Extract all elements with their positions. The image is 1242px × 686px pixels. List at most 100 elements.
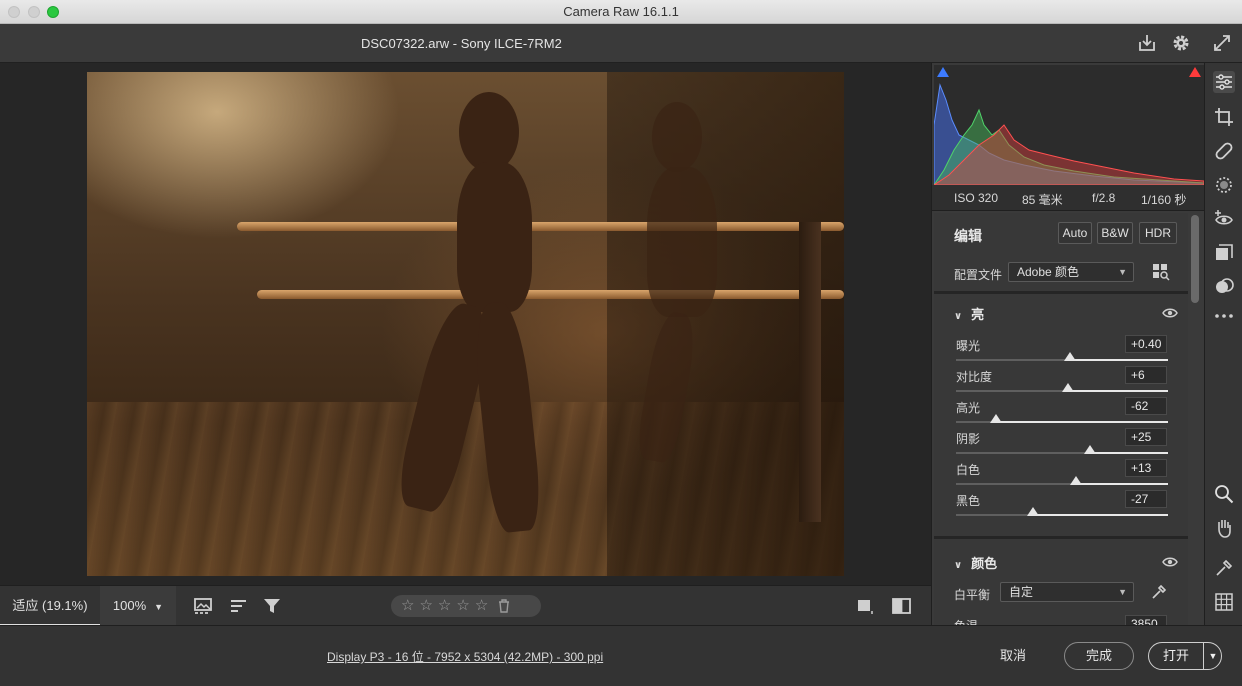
temperature-value-field[interactable]: 3850 xyxy=(1125,615,1167,625)
zoom-100-label: 100% xyxy=(112,598,147,613)
workflow-options-link[interactable]: Display P3 - 16 位 - 7952 x 5304 (42.2MP)… xyxy=(327,648,603,665)
slider-track[interactable] xyxy=(956,483,1076,485)
star-2-icon[interactable]: ☆ xyxy=(419,595,432,617)
zoom-fit-button[interactable]: 适应 (19.1%) xyxy=(0,586,100,626)
camera-info-row: ISO 320 85 毫米 f/2.8 1/160 秒 xyxy=(932,185,1204,211)
slider-value-field[interactable]: -27 xyxy=(1125,490,1167,508)
zoom-100-button[interactable]: 100% ▼ xyxy=(100,586,176,626)
open-button-divider xyxy=(1203,643,1204,669)
slider-row-blacks[interactable]: 黑色 -27 xyxy=(934,490,1188,523)
color-section-title: 颜色 xyxy=(971,556,998,571)
slider-row-shadows[interactable]: 阴影 +25 xyxy=(934,428,1188,461)
slider-track-remainder[interactable] xyxy=(1033,514,1168,516)
hdr-button[interactable]: HDR xyxy=(1139,222,1177,244)
filmstrip-icon[interactable] xyxy=(193,596,215,616)
more-icon[interactable] xyxy=(1213,305,1235,327)
save-icon[interactable] xyxy=(1136,32,1158,54)
sort-icon[interactable] xyxy=(228,596,250,616)
slider-value-field[interactable]: +6 xyxy=(1125,366,1167,384)
slider-label: 高光 xyxy=(956,401,981,415)
light-section-header[interactable]: ∨ 亮 xyxy=(954,304,984,323)
panel-scrollbar[interactable] xyxy=(1191,215,1199,303)
cancel-button[interactable]: 取消 xyxy=(985,642,1041,670)
slider-track[interactable] xyxy=(956,514,1034,516)
chevron-down-icon[interactable]: ∨ xyxy=(954,311,962,322)
hand-icon[interactable] xyxy=(1213,517,1235,539)
slider-track[interactable] xyxy=(956,359,1071,361)
done-button[interactable]: 完成 xyxy=(1064,642,1134,670)
edit-panel-content[interactable]: 编辑 Auto B&W HDR 配置文件 Adobe 颜色 ▼ ∨ 亮 曝光 +… xyxy=(934,213,1188,625)
chevron-down-icon: ▼ xyxy=(1118,587,1127,597)
file-name: DSC07322.arw - Sony ILCE-7RM2 xyxy=(361,36,562,51)
heal-icon[interactable] xyxy=(1213,140,1235,162)
gear-icon[interactable] xyxy=(1170,32,1192,54)
slider-row-contrast[interactable]: 对比度 +6 xyxy=(934,366,1188,399)
presets-icon[interactable] xyxy=(1213,241,1235,263)
photo-dancer-torso xyxy=(457,162,532,312)
slider-track[interactable] xyxy=(956,390,1069,392)
edit-panel: ISO 320 85 毫米 f/2.8 1/160 秒 编辑 Auto B&W … xyxy=(931,63,1204,625)
eye-icon[interactable] xyxy=(1162,307,1178,319)
white-balance-select[interactable]: 自定 ▼ xyxy=(1000,582,1134,602)
slider-track-remainder[interactable] xyxy=(1070,359,1168,361)
window-title: Camera Raw 16.1.1 xyxy=(563,4,679,19)
slider-track-remainder[interactable] xyxy=(1068,390,1168,392)
slider-track-remainder[interactable] xyxy=(1075,483,1168,485)
zoom-icon[interactable] xyxy=(1213,483,1235,505)
slider-thumb[interactable] xyxy=(1064,352,1077,361)
edit-sliders-icon[interactable] xyxy=(1213,71,1235,93)
star-1-icon[interactable]: ☆ xyxy=(401,595,414,617)
slider-track[interactable] xyxy=(956,452,1090,454)
white-balance-value: 自定 xyxy=(1009,585,1034,599)
slider-thumb[interactable] xyxy=(1062,383,1075,392)
slider-value-field[interactable]: +13 xyxy=(1125,459,1167,477)
photo-barre-bottom xyxy=(257,290,844,299)
eyedropper-icon[interactable] xyxy=(1150,583,1168,601)
light-section: ∨ 亮 曝光 +0.40 对比度 +6 高光 -62 阴影 +25 白色 +13… xyxy=(934,294,1188,536)
redeye-icon[interactable] xyxy=(1213,208,1235,230)
star-4-icon[interactable]: ☆ xyxy=(456,595,469,617)
slider-label: 阴影 xyxy=(956,432,981,446)
iso-value: ISO 320 xyxy=(954,191,999,205)
mask-icon[interactable] xyxy=(1213,174,1235,196)
grid-icon[interactable] xyxy=(1213,591,1235,613)
single-view-icon[interactable] xyxy=(855,596,877,616)
slider-row-exposure[interactable]: 曝光 +0.40 xyxy=(934,335,1188,368)
star-5-icon[interactable]: ☆ xyxy=(475,595,488,617)
profile-select[interactable]: Adobe 颜色 ▼ xyxy=(1008,262,1134,282)
slider-track-remainder[interactable] xyxy=(996,421,1168,423)
slider-thumb[interactable] xyxy=(1083,445,1096,454)
eyedropper-tool-icon[interactable] xyxy=(1213,557,1235,579)
photo-preview[interactable] xyxy=(87,72,844,576)
open-button[interactable]: 打开 ▼ xyxy=(1148,642,1222,670)
snapshots-icon[interactable] xyxy=(1213,275,1235,297)
photo-post xyxy=(799,222,821,522)
fullscreen-icon[interactable] xyxy=(1211,32,1233,54)
slider-thumb[interactable] xyxy=(990,414,1003,423)
bw-button[interactable]: B&W xyxy=(1097,222,1133,244)
aperture-value: f/2.8 xyxy=(1092,191,1116,205)
star-3-icon[interactable]: ☆ xyxy=(438,595,451,617)
crop-icon[interactable] xyxy=(1213,106,1235,128)
filter-icon[interactable] xyxy=(262,596,284,616)
slider-thumb[interactable] xyxy=(1027,507,1040,516)
auto-button[interactable]: Auto xyxy=(1058,222,1092,244)
eye-icon[interactable] xyxy=(1162,556,1178,568)
slider-value-field[interactable]: -62 xyxy=(1125,397,1167,415)
profile-browser-icon[interactable] xyxy=(1152,263,1170,281)
slider-row-whites[interactable]: 白色 +13 xyxy=(934,459,1188,492)
status-bar: Display P3 - 16 位 - 7952 x 5304 (42.2MP)… xyxy=(0,625,1242,686)
slider-value-field[interactable]: +0.40 xyxy=(1125,335,1167,353)
rating-stars: ☆ ☆ ☆ ☆ ☆ xyxy=(391,595,541,617)
trash-icon[interactable] xyxy=(496,598,512,614)
chevron-down-icon[interactable]: ∨ xyxy=(954,560,962,571)
compare-view-icon[interactable] xyxy=(891,596,913,616)
chevron-down-icon[interactable]: ▼ xyxy=(154,602,163,612)
image-canvas[interactable] xyxy=(0,63,931,585)
chevron-down-icon[interactable]: ▼ xyxy=(1205,643,1221,669)
slider-track-remainder[interactable] xyxy=(1089,452,1168,454)
color-section-header[interactable]: ∨ 颜色 xyxy=(954,553,997,572)
slider-thumb[interactable] xyxy=(1069,476,1082,485)
slider-row-highlights[interactable]: 高光 -62 xyxy=(934,397,1188,430)
slider-value-field[interactable]: +25 xyxy=(1125,428,1167,446)
